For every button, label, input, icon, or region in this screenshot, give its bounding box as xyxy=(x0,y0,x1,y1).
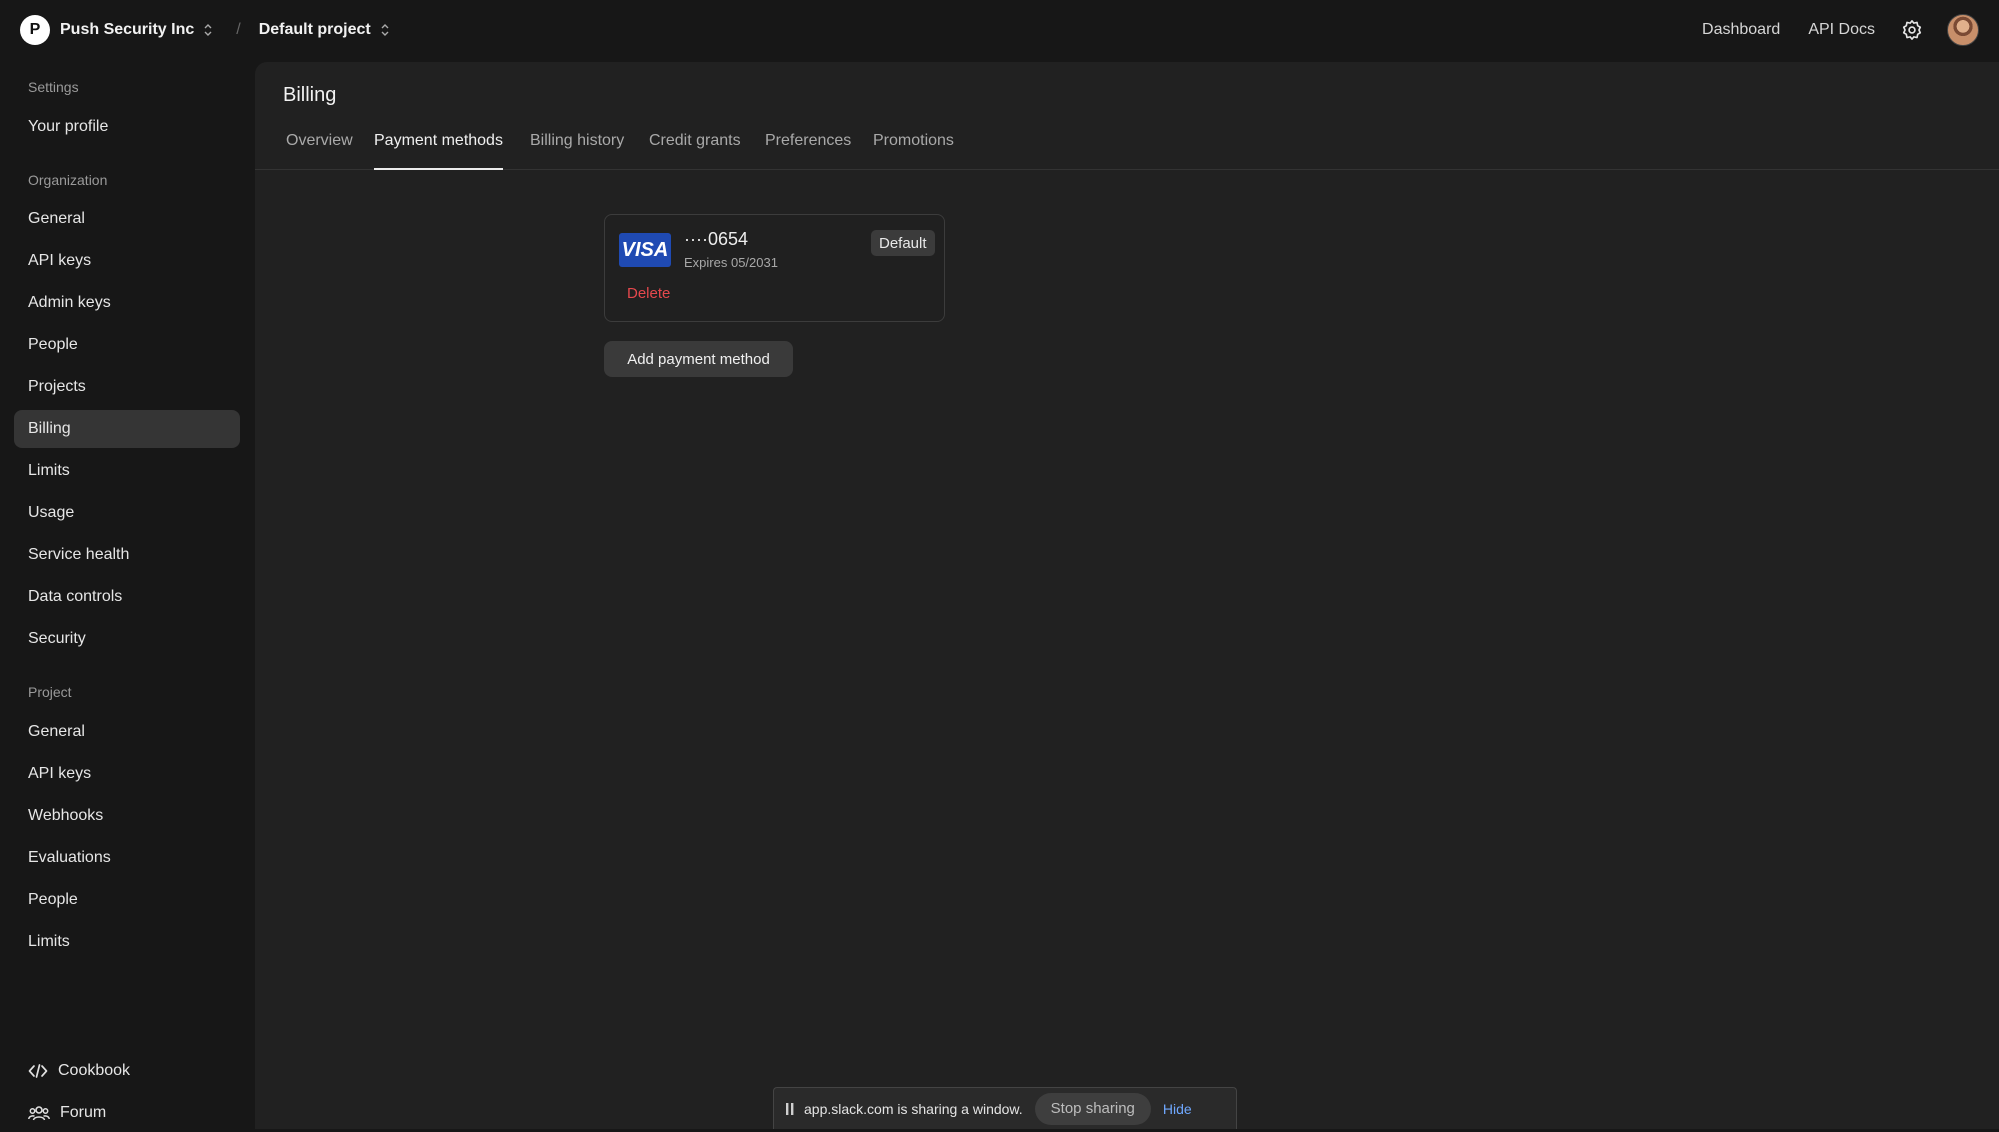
billing-tabs: Overview Payment methods Billing history… xyxy=(255,130,1999,170)
sidebar-item-project-people[interactable]: People xyxy=(14,881,240,919)
organization-section-label: Organization xyxy=(28,172,108,188)
tab-overview[interactable]: Overview xyxy=(286,130,353,170)
sidebar-item-admin-keys[interactable]: Admin keys xyxy=(14,284,240,322)
dashboard-link[interactable]: Dashboard xyxy=(1702,21,1780,39)
tab-promotions[interactable]: Promotions xyxy=(873,130,954,170)
tab-preferences[interactable]: Preferences xyxy=(765,130,851,170)
pause-icon xyxy=(786,1102,794,1116)
stop-sharing-button[interactable]: Stop sharing xyxy=(1034,1092,1151,1125)
sidebar-item-your-profile[interactable]: Your profile xyxy=(14,108,240,146)
sidebar-item-org-general[interactable]: General xyxy=(14,200,240,238)
sidebar-item-cookbook[interactable]: Cookbook xyxy=(14,1052,240,1090)
card-number: ····0654 xyxy=(684,229,749,249)
tab-credit-grants[interactable]: Credit grants xyxy=(649,130,741,170)
delete-card-button[interactable]: Delete xyxy=(627,285,670,302)
share-status-text: app.slack.com is sharing a window. xyxy=(804,1100,1023,1117)
sidebar-item-projects[interactable]: Projects xyxy=(14,368,240,406)
page-title: Billing xyxy=(283,84,337,106)
sidebar-item-service-health[interactable]: Service health xyxy=(14,536,240,574)
hide-share-bar-button[interactable]: Hide xyxy=(1163,1101,1192,1117)
project-switcher[interactable]: Default project xyxy=(259,21,391,39)
screen-share-bar: app.slack.com is sharing a window. Stop … xyxy=(773,1087,1237,1129)
api-docs-link[interactable]: API Docs xyxy=(1808,21,1875,39)
sidebar-item-billing[interactable]: Billing xyxy=(14,410,240,448)
sidebar-item-usage[interactable]: Usage xyxy=(14,494,240,532)
org-switcher[interactable]: Push Security Inc xyxy=(60,21,214,39)
project-section-label: Project xyxy=(28,684,72,700)
user-avatar[interactable] xyxy=(1947,14,1979,46)
chevron-updown-icon xyxy=(379,23,391,37)
settings-section-label: Settings xyxy=(28,79,79,95)
sidebar-item-evaluations[interactable]: Evaluations xyxy=(14,839,240,877)
tab-billing-history[interactable]: Billing history xyxy=(530,130,624,170)
add-payment-method-button[interactable]: Add payment method xyxy=(604,341,793,377)
top-bar: P Push Security Inc / Default project Da… xyxy=(0,0,1999,60)
forum-label: Forum xyxy=(60,1104,107,1121)
sidebar-item-project-api-keys[interactable]: API keys xyxy=(14,755,240,793)
sidebar-item-forum[interactable]: Forum xyxy=(14,1094,240,1132)
sidebar-item-project-general[interactable]: General xyxy=(14,713,240,751)
project-name: Default project xyxy=(258,21,371,38)
default-badge: Default xyxy=(871,230,935,256)
chevron-updown-icon xyxy=(202,23,214,37)
cookbook-label: Cookbook xyxy=(58,1062,131,1079)
org-name: Push Security Inc xyxy=(60,21,195,38)
card-expiry: Expires 05/2031 xyxy=(684,255,778,270)
sidebar-item-security[interactable]: Security xyxy=(14,620,240,658)
sidebar-item-org-limits[interactable]: Limits xyxy=(14,452,240,490)
sidebar-item-org-api-keys[interactable]: API keys xyxy=(14,242,240,280)
sidebar: Settings Your profile Organization Gener… xyxy=(0,60,254,1129)
people-icon xyxy=(28,1106,50,1121)
sidebar-item-data-controls[interactable]: Data controls xyxy=(14,578,240,616)
sidebar-item-org-people[interactable]: People xyxy=(14,326,240,364)
visa-logo: VISA xyxy=(619,233,671,267)
code-icon xyxy=(28,1064,48,1078)
org-avatar[interactable]: P xyxy=(20,15,50,45)
sidebar-item-project-limits[interactable]: Limits xyxy=(14,923,240,961)
gear-icon[interactable] xyxy=(1901,19,1923,41)
main-panel: Billing Overview Payment methods Billing… xyxy=(255,62,1999,1129)
payment-card: VISA ····0654 Expires 05/2031 Default De… xyxy=(604,214,945,322)
sidebar-item-webhooks[interactable]: Webhooks xyxy=(14,797,240,835)
breadcrumb-separator: / xyxy=(236,21,241,38)
tab-payment-methods[interactable]: Payment methods xyxy=(374,130,503,170)
